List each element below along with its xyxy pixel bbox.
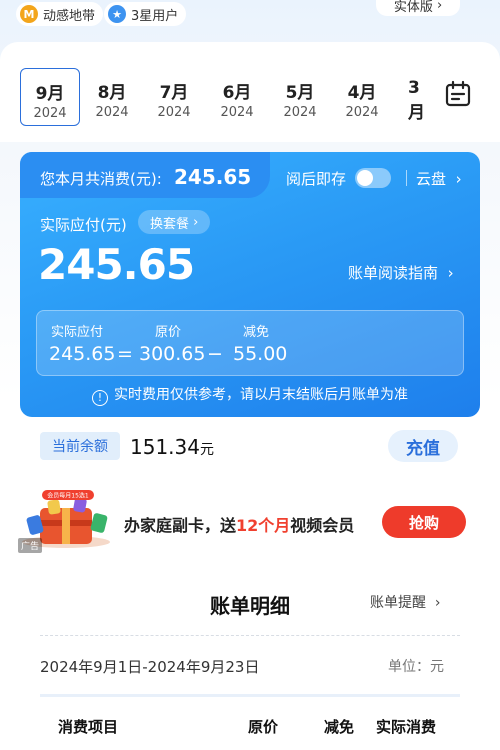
exclamation-icon: !	[92, 389, 108, 406]
year-label: 2024	[408, 125, 424, 126]
year-label: 2024	[33, 106, 67, 121]
year-label: 2024	[157, 105, 191, 120]
month-selector: 9月 2024 8月 2024 7月 2024 6月 2024 5月 2024 …	[0, 42, 500, 142]
total-consumption-amount: 245.65	[174, 165, 252, 189]
chevron-right-icon: ›	[450, 170, 462, 188]
cloud-disk-link[interactable]: 云盘 ›	[416, 168, 462, 189]
star-level-label: 3星用户	[131, 8, 179, 24]
payment-breakdown: 实际应付 原价 减免 245.65 = 300.65 − 55.00	[36, 310, 464, 376]
actual-payable-amount: 245.65	[38, 240, 195, 289]
physical-version-button[interactable]: 实体版 ›	[376, 0, 460, 16]
actual-payable-label: 实际应付(元)	[40, 216, 127, 234]
minus-sign: −	[207, 343, 223, 365]
column-header-reduction: 减免	[324, 718, 355, 736]
save-after-read-toggle[interactable]	[355, 168, 391, 188]
current-balance-label: 当前余额	[40, 432, 120, 460]
ad-tag: 广告	[18, 538, 43, 553]
toggle-knob	[357, 170, 373, 186]
calendar-icon[interactable]	[444, 80, 472, 108]
chevron-right-icon: ›	[189, 214, 199, 230]
month-tab-5[interactable]: 5月 2024	[270, 68, 330, 126]
current-balance-value: 151.34元	[130, 435, 214, 459]
month-label: 5月	[285, 83, 315, 103]
breakdown-original-value: 300.65	[139, 343, 206, 365]
promo-text-prefix: 办家庭副卡，送	[124, 516, 237, 535]
billing-date-range: 2024年9月1日-2024年9月23日	[40, 658, 260, 676]
breakdown-reduction-value: 55.00	[233, 343, 288, 365]
month-label: 3月	[408, 78, 424, 123]
star-icon: ★	[108, 5, 126, 23]
month-tab-3[interactable]: 3月 2024	[394, 68, 424, 126]
brand-logo-icon: M	[20, 5, 38, 23]
promo-text-highlight: 12个月	[236, 516, 291, 535]
bill-summary-card: 您本月共消费(元): 245.65 阅后即存 云盘 › 实际应付(元) 换套餐 …	[20, 152, 480, 417]
grab-deal-button[interactable]: 抢购	[382, 506, 466, 538]
bill-reminder-link[interactable]: 账单提醒 ›	[370, 592, 441, 612]
star-level-badge[interactable]: ★ 3星用户	[104, 2, 187, 26]
brand-badge[interactable]: M 动感地带	[16, 2, 104, 26]
promo-text: 办家庭副卡，送12个月视频会员	[124, 512, 354, 536]
estimate-notice: ! 实时费用仅供参考，请以月末结账后月账单为准	[20, 384, 480, 406]
balance-unit: 元	[199, 442, 214, 458]
month-tab-6[interactable]: 6月 2024	[207, 68, 267, 126]
total-consumption-label: 您本月共消费(元):	[40, 170, 162, 188]
bill-reminder-label: 账单提醒	[370, 595, 426, 611]
breakdown-pay-label: 实际应付	[51, 325, 104, 340]
chevron-right-icon: ›	[442, 264, 454, 282]
month-label: 7月	[159, 83, 189, 103]
column-header-original-price: 原价	[248, 718, 279, 736]
year-label: 2024	[220, 105, 254, 120]
top-strip: M 动感地带 ★ 3星用户 实体版 ›	[0, 0, 500, 30]
column-header-actual-cost: 实际消费	[376, 718, 437, 736]
estimate-notice-text: 实时费用仅供参考，请以月末结账后月账单为准	[114, 387, 408, 403]
month-label: 4月	[347, 83, 377, 103]
year-label: 2024	[283, 105, 317, 120]
change-plan-label: 换套餐	[150, 216, 190, 232]
recharge-button[interactable]: 充值	[388, 430, 458, 462]
chevron-right-icon: ›	[432, 0, 443, 13]
physical-version-label: 实体版	[393, 0, 433, 15]
currency-unit-label: 单位：元	[388, 659, 444, 675]
bill-reading-guide-link[interactable]: 账单阅读指南 ›	[348, 262, 454, 283]
month-tab-7[interactable]: 7月 2024	[144, 68, 204, 126]
month-tab-8[interactable]: 8月 2024	[82, 68, 142, 126]
save-after-read-label: 阅后即存	[286, 170, 347, 188]
promo-art-caption: 会员每月15选1	[47, 492, 89, 500]
family-card-promo-banner[interactable]: 会员每月15选1 广告 办家庭副卡，送12个月视频会员 抢购	[16, 484, 486, 554]
breakdown-pay-value: 245.65	[49, 343, 116, 365]
brand-badge-label: 动感地带	[43, 8, 96, 24]
breakdown-original-label: 原价	[155, 325, 182, 340]
promo-text-suffix: 视频会员	[290, 516, 355, 535]
month-tab-4[interactable]: 4月 2024	[332, 68, 392, 126]
section-divider	[40, 635, 460, 636]
month-label: 8月	[97, 83, 127, 103]
month-label: 6月	[222, 83, 252, 103]
change-plan-button[interactable]: 换套餐 ›	[138, 210, 211, 234]
equals-sign: =	[117, 343, 133, 365]
month-tab-9[interactable]: 9月 2024	[20, 68, 80, 126]
balance-amount: 151.34	[130, 435, 200, 459]
month-label: 9月	[35, 84, 65, 104]
table-top-border	[40, 694, 460, 697]
column-header-item: 消费项目	[58, 718, 119, 736]
bill-reading-guide-label: 账单阅读指南	[348, 264, 439, 282]
breakdown-reduction-label: 减免	[243, 325, 270, 340]
year-label: 2024	[345, 105, 379, 120]
cloud-disk-label: 云盘	[416, 170, 447, 188]
divider	[406, 170, 407, 186]
year-label: 2024	[95, 105, 129, 120]
chevron-right-icon: ›	[430, 595, 441, 611]
